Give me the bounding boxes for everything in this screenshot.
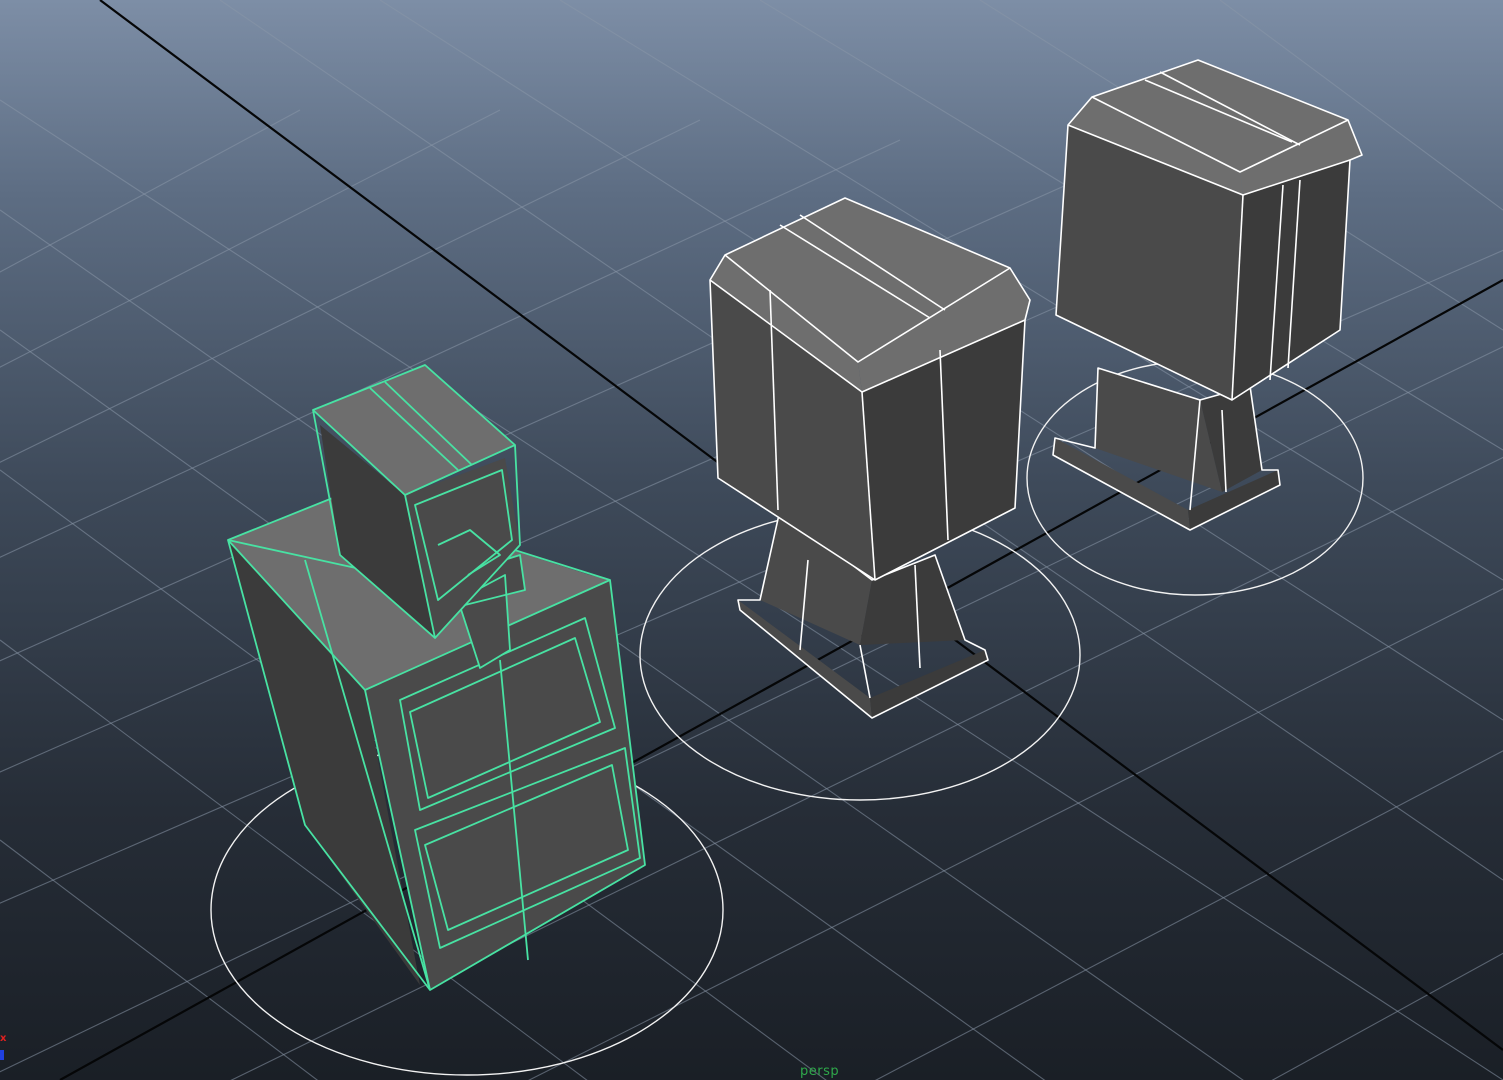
axis-z-indicator [0,1050,4,1060]
box-character-back[interactable] [1052,59,1363,531]
axis-x-label: x [0,1033,7,1044]
view-axis-gizmo: x [0,1034,14,1064]
camera-name-label: persp [800,1064,840,1079]
maya-perspective-viewport[interactable]: x persp [0,0,1503,1080]
scene-canvas[interactable] [0,0,1503,1080]
hatted-character-selected[interactable] [227,364,646,991]
box-character-center[interactable] [709,197,1031,719]
